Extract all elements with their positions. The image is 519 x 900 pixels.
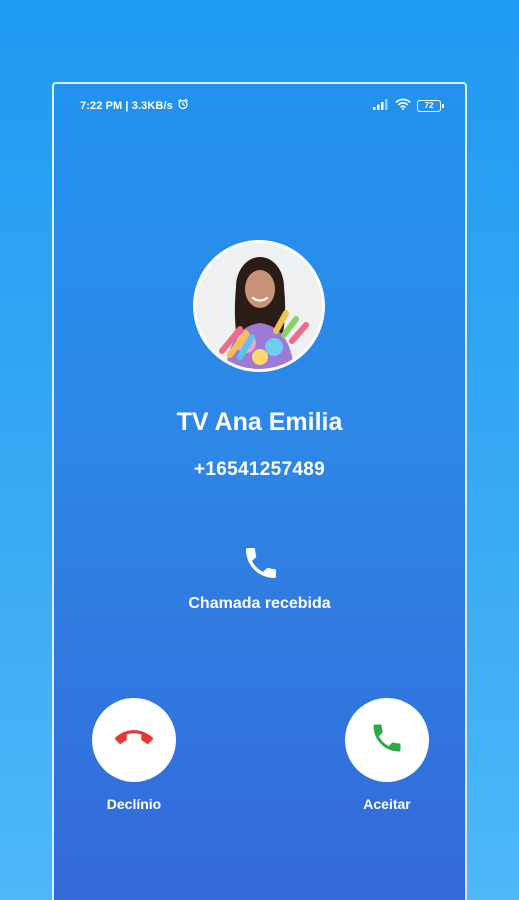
phone-hangup-icon — [115, 719, 153, 762]
decline-button[interactable] — [92, 698, 176, 782]
accept-button[interactable] — [345, 698, 429, 782]
battery-icon: 72 — [417, 100, 444, 112]
alarm-icon — [177, 98, 189, 113]
wifi-icon — [395, 97, 411, 115]
phone-icon — [241, 543, 281, 583]
battery-level: 72 — [424, 101, 434, 110]
caller-number: +16541257489 — [194, 459, 325, 480]
caller-avatar — [193, 240, 325, 372]
status-time: 7:22 PM | 3.3KB/s — [80, 99, 173, 112]
signal-icon — [373, 97, 389, 115]
decline-label: Declínio — [106, 796, 162, 812]
caller-name: TV Ana Emilia — [176, 408, 343, 436]
phone-screen: 7:22 PM | 3.3KB/s 72 TV Ana Emilia +1654… — [52, 82, 467, 900]
call-status-label: Chamada recebida — [188, 595, 331, 612]
accept-label: Aceitar — [363, 796, 411, 812]
phone-answer-icon — [369, 720, 405, 761]
status-right: 72 — [373, 97, 444, 115]
status-left: 7:22 PM | 3.3KB/s — [80, 98, 189, 113]
status-bar: 7:22 PM | 3.3KB/s 72 — [54, 84, 465, 124]
